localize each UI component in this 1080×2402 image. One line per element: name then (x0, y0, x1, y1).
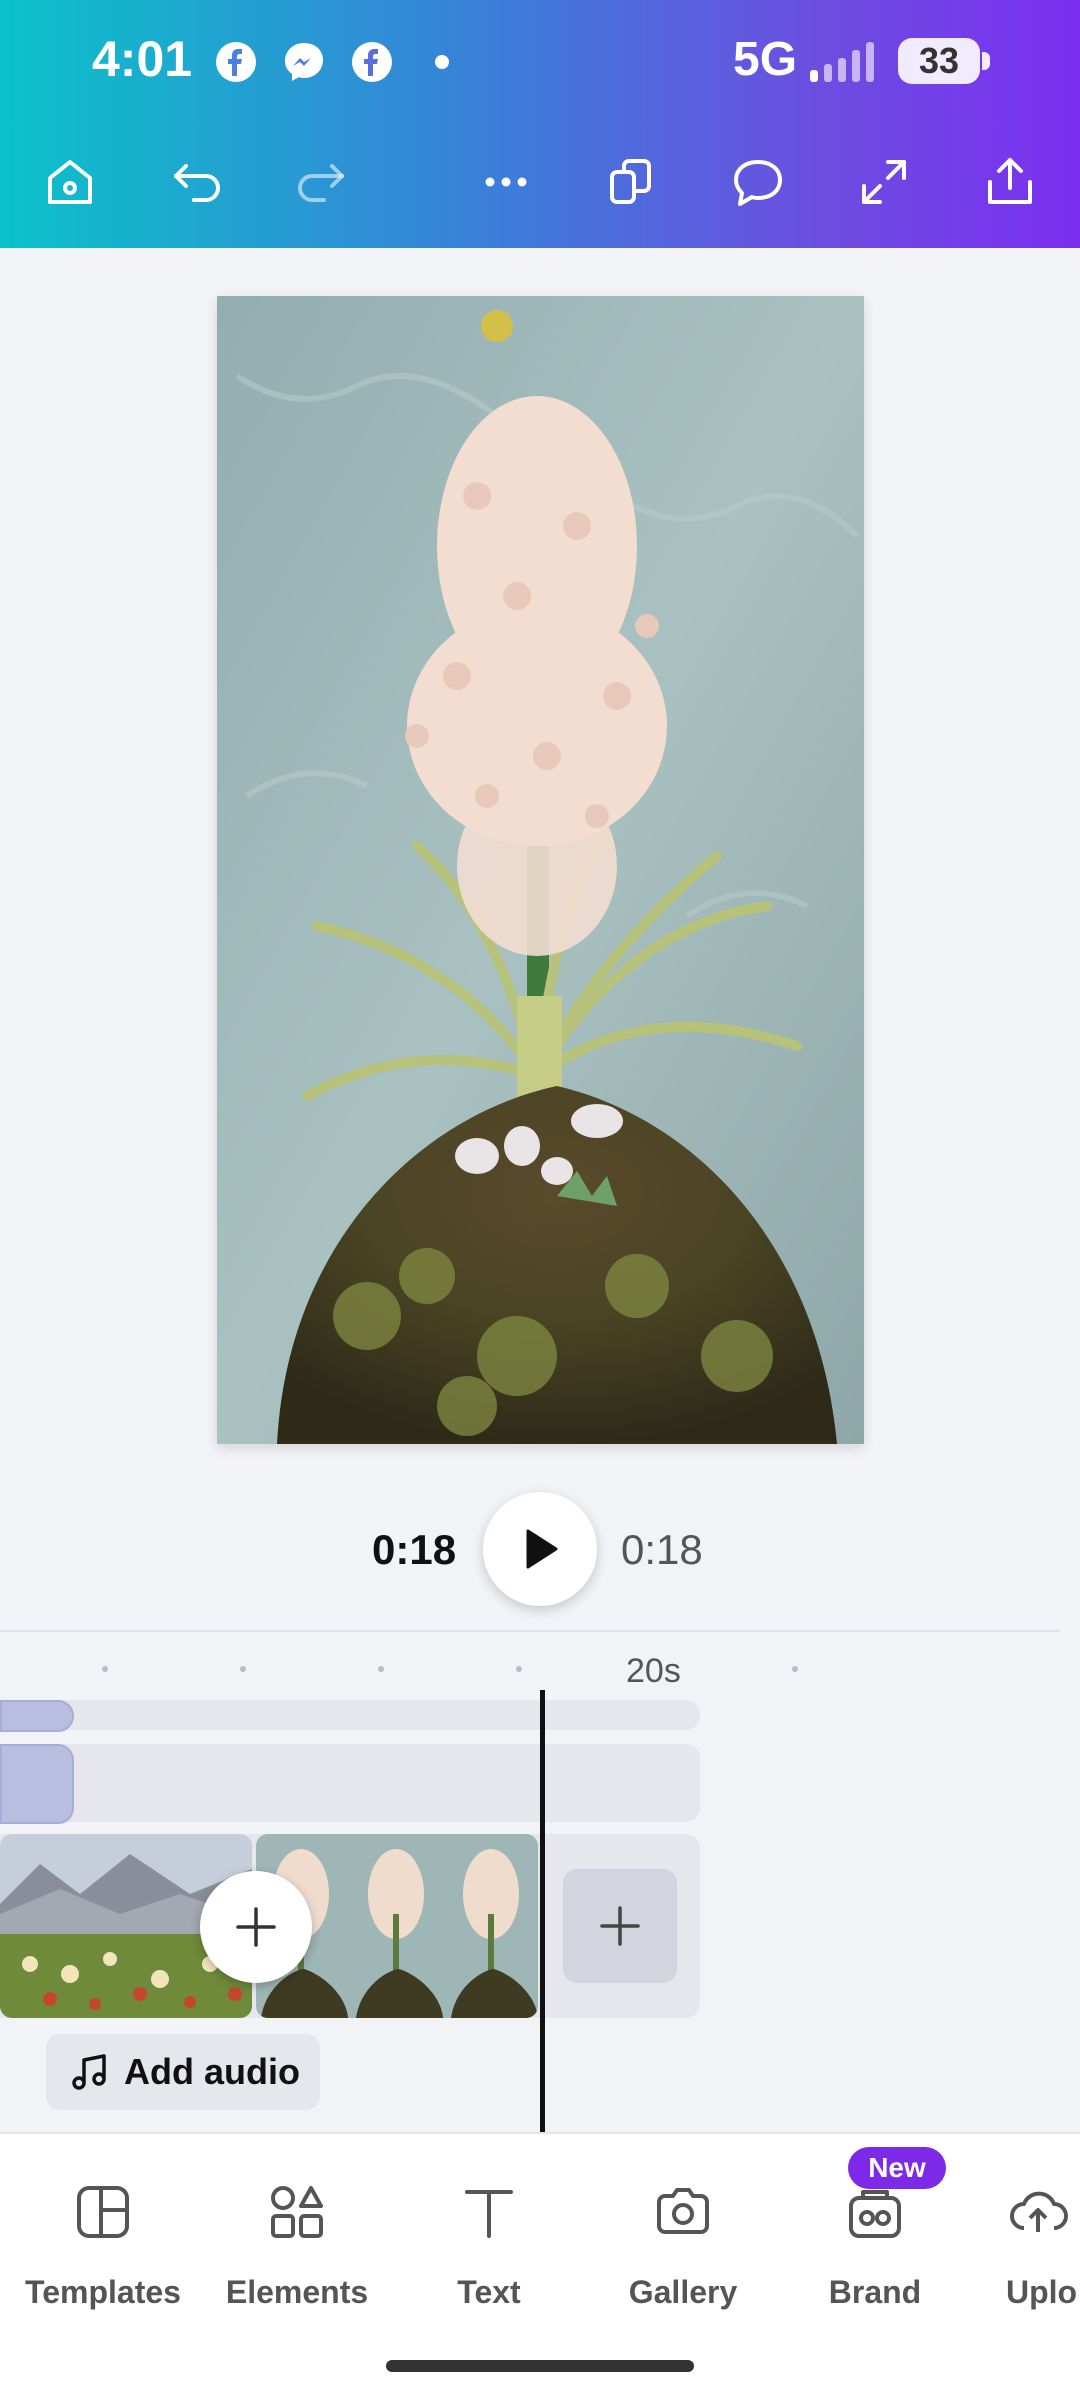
undo-icon[interactable] (166, 150, 230, 214)
add-page-button[interactable] (563, 1869, 677, 1983)
playhead[interactable] (540, 1690, 545, 2132)
home-indicator[interactable] (386, 2360, 694, 2372)
battery-indicator: 33 (898, 38, 990, 84)
nav-label: Uplo (1006, 2274, 1078, 2310)
text-icon (465, 2190, 513, 2238)
nav-gallery[interactable]: Gallery (588, 2180, 778, 2311)
status-time: 4:01 (92, 31, 193, 87)
ruler-tick (378, 1666, 384, 1672)
expand-icon[interactable] (852, 150, 916, 214)
overlay-clip[interactable] (0, 1700, 74, 1732)
add-transition-button[interactable] (200, 1871, 312, 1983)
overlay-track[interactable] (0, 1744, 700, 1822)
ruler-tick (102, 1666, 108, 1672)
overlay-clip[interactable] (0, 1744, 74, 1824)
plus-icon (600, 1906, 640, 1946)
camera-icon (657, 2188, 709, 2234)
current-time: 0:18 (372, 1526, 457, 1573)
flower-image (217, 296, 864, 1444)
facebook-icon (214, 40, 258, 84)
ruler-tick (792, 1666, 798, 1672)
network-label: 5G (733, 33, 798, 86)
upload-icon (1010, 2191, 1068, 2232)
nav-label: Templates (25, 2274, 181, 2310)
nav-text[interactable]: Text (394, 2180, 584, 2311)
nav-label: Elements (225, 2274, 369, 2310)
nav-templates[interactable]: Templates (8, 2180, 198, 2311)
design-canvas[interactable] (217, 296, 864, 1444)
ruler-tick (240, 1666, 246, 1672)
brand-icon (849, 2190, 901, 2238)
editor-toolbar (0, 130, 1080, 230)
plus-icon (236, 1907, 276, 1947)
nav-label: Gallery (628, 2274, 738, 2310)
more-icon[interactable] (474, 150, 538, 214)
top-bar: 4:01 5G 33 (0, 0, 1080, 248)
duplicate-icon[interactable] (600, 150, 664, 214)
signal-icon (808, 40, 882, 84)
play-button[interactable] (483, 1492, 597, 1606)
redo-icon[interactable] (288, 150, 352, 214)
nav-uploads[interactable]: Uplo (960, 2180, 1080, 2311)
templates-icon (77, 2186, 129, 2238)
facebook-icon (350, 40, 394, 84)
play-icon (526, 1529, 558, 1569)
nav-brand[interactable]: Brand (780, 2180, 970, 2311)
new-badge: New (848, 2147, 946, 2189)
comment-icon[interactable] (726, 150, 790, 214)
messenger-icon (282, 40, 326, 84)
elements-icon (271, 2186, 323, 2238)
home-icon[interactable] (38, 150, 102, 214)
nav-label: Brand (828, 2274, 922, 2310)
ruler-label: 20s (626, 1652, 681, 1690)
nav-elements[interactable]: Elements (202, 2180, 392, 2311)
overlay-track[interactable] (0, 1700, 700, 1730)
share-icon[interactable] (978, 150, 1042, 214)
nav-label: Text (457, 2274, 521, 2310)
ruler-tick (516, 1666, 522, 1672)
notification-dot-icon (430, 40, 474, 84)
music-note-icon (72, 2054, 106, 2090)
add-audio-label: Add audio (124, 2051, 300, 2092)
add-audio-button[interactable]: Add audio (46, 2034, 320, 2110)
divider (0, 1630, 1060, 1632)
status-bar: 4:01 5G 33 (0, 0, 1080, 124)
total-time: 0:18 (621, 1526, 703, 1573)
